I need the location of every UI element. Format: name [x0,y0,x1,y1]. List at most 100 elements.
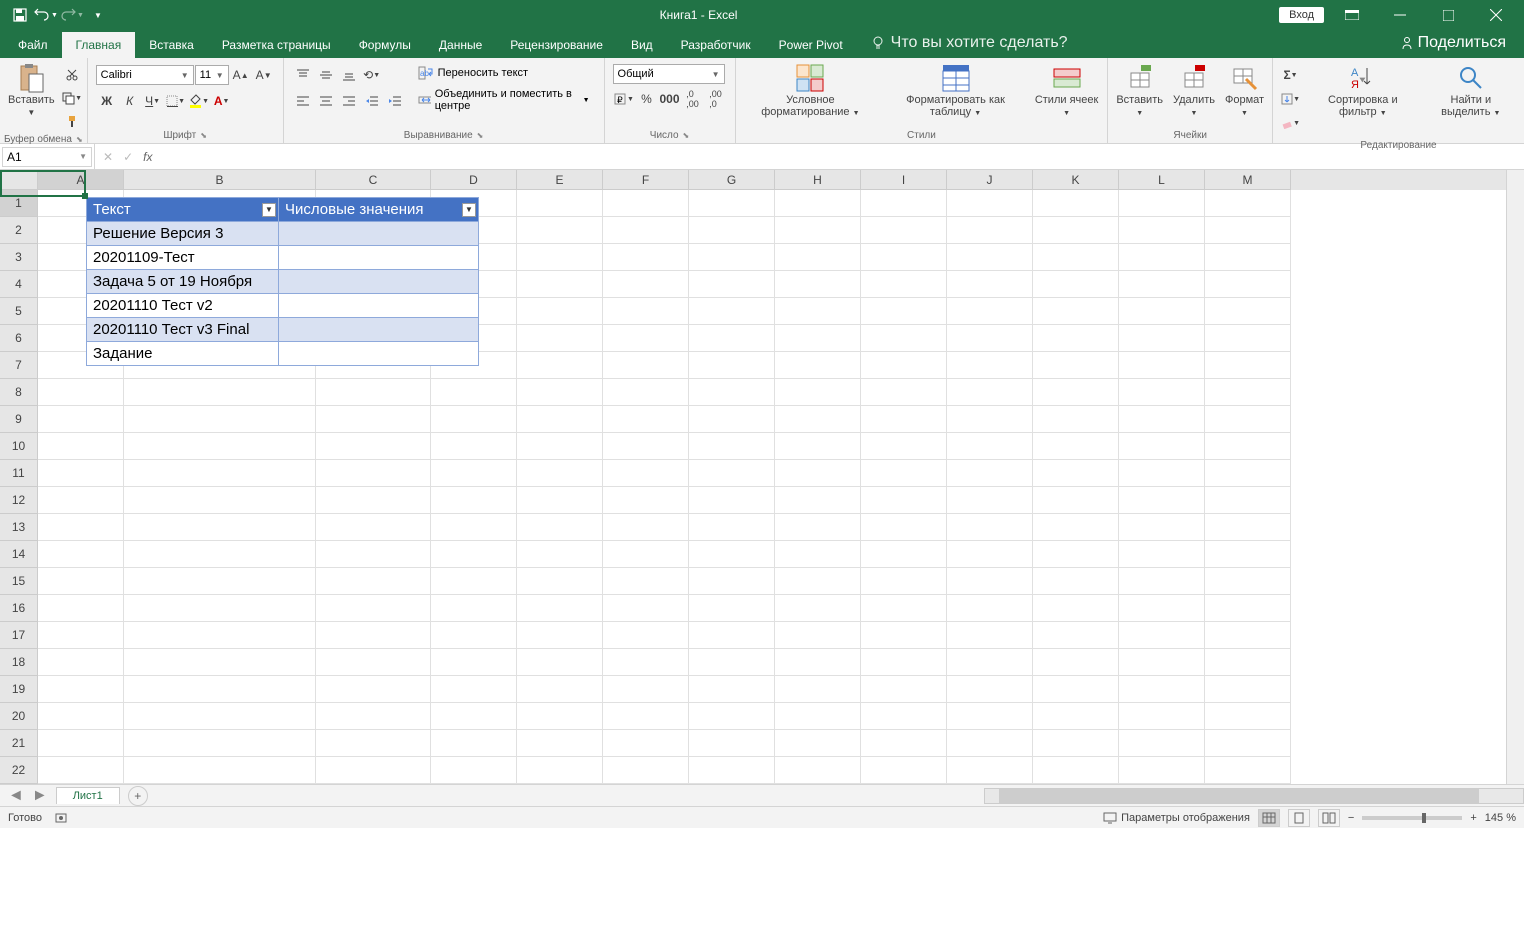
sort-filter-button[interactable]: АЯСортировка и фильтр ▼ [1306,60,1420,120]
horizontal-scrollbar[interactable] [984,788,1524,804]
cell[interactable] [1205,595,1291,622]
cell[interactable] [38,487,124,514]
cell[interactable] [689,190,775,217]
cell[interactable] [1205,433,1291,460]
cell[interactable] [861,460,947,487]
cell[interactable] [775,568,861,595]
cell[interactable] [517,406,603,433]
cell[interactable] [1119,217,1205,244]
cell[interactable] [1033,514,1119,541]
table-cell[interactable]: 20201110 Тест v3 Final [87,318,279,342]
undo-button[interactable]: ▼ [34,3,58,27]
align-middle-button[interactable] [315,64,337,86]
cell[interactable] [947,352,1033,379]
select-all-corner[interactable] [0,170,38,190]
fill-color-button[interactable]: ▼ [188,90,210,112]
cell[interactable] [517,703,603,730]
cell[interactable] [947,406,1033,433]
zoom-slider[interactable] [1362,816,1462,820]
tab-рецензирование[interactable]: Рецензирование [496,32,617,58]
cell[interactable] [316,622,431,649]
col-header-A[interactable]: A [38,170,124,190]
cell[interactable] [947,622,1033,649]
filter-icon[interactable]: ▼ [262,203,276,217]
cell[interactable] [603,730,689,757]
table-cell[interactable] [279,270,479,294]
cell[interactable] [1119,487,1205,514]
cell[interactable] [1033,541,1119,568]
cell[interactable] [861,433,947,460]
cell[interactable] [775,676,861,703]
cell[interactable] [1119,244,1205,271]
increase-decimal-button[interactable]: ,0,00 [682,88,704,110]
cell[interactable] [1033,379,1119,406]
cell[interactable] [517,568,603,595]
cell[interactable] [1205,379,1291,406]
cell[interactable] [431,433,517,460]
cell[interactable] [1119,271,1205,298]
cell[interactable] [861,298,947,325]
insert-cells-button[interactable]: Вставить▼ [1112,60,1167,120]
cell[interactable] [689,487,775,514]
cell[interactable] [775,244,861,271]
cell[interactable] [38,595,124,622]
cell[interactable] [316,541,431,568]
number-launcher[interactable]: ⬊ [683,131,690,140]
cell[interactable] [1033,568,1119,595]
align-bottom-button[interactable] [338,64,360,86]
cell[interactable] [861,406,947,433]
cell[interactable] [431,568,517,595]
cell[interactable] [603,244,689,271]
cell[interactable] [947,460,1033,487]
cell[interactable] [1205,217,1291,244]
cell[interactable] [1033,298,1119,325]
col-header-I[interactable]: I [861,170,947,190]
cell[interactable] [124,757,316,784]
cell[interactable] [861,325,947,352]
cell[interactable] [124,406,316,433]
cell[interactable] [431,730,517,757]
cell[interactable] [947,757,1033,784]
redo-button[interactable]: ▼ [60,3,84,27]
cell[interactable] [1033,487,1119,514]
tab-данные[interactable]: Данные [425,32,496,58]
paste-button[interactable]: Вставить▼ [4,60,59,120]
col-header-D[interactable]: D [431,170,517,190]
clipboard-launcher[interactable]: ⬊ [76,135,83,144]
cell[interactable] [431,379,517,406]
cell[interactable] [603,433,689,460]
cell[interactable] [947,568,1033,595]
font-name-combo[interactable]: Calibri▼ [96,65,194,85]
cell[interactable] [603,352,689,379]
cell[interactable] [689,757,775,784]
row-header-13[interactable]: 13 [0,514,38,541]
cell[interactable] [603,487,689,514]
cell[interactable] [1119,190,1205,217]
cell[interactable] [603,271,689,298]
table-cell[interactable] [279,222,479,246]
table-header-text[interactable]: Текст▼ [87,198,279,222]
zoom-out-button[interactable]: − [1348,812,1354,824]
col-header-J[interactable]: J [947,170,1033,190]
cell[interactable] [775,730,861,757]
percent-button[interactable]: % [636,88,658,110]
font-color-button[interactable]: A▼ [211,90,233,112]
cell[interactable] [1033,622,1119,649]
cell[interactable] [861,217,947,244]
tab-разработчик[interactable]: Разработчик [667,32,765,58]
cell[interactable] [1205,541,1291,568]
row-header-20[interactable]: 20 [0,703,38,730]
cell[interactable] [947,379,1033,406]
cell[interactable] [775,622,861,649]
decrease-font-button[interactable]: A▼ [253,64,275,86]
cell[interactable] [1205,757,1291,784]
cell[interactable] [1205,622,1291,649]
merge-center-button[interactable]: Объединить и поместить в центре▼ [412,86,596,114]
row-header-16[interactable]: 16 [0,595,38,622]
cell[interactable] [861,730,947,757]
cell[interactable] [689,298,775,325]
cell[interactable] [38,757,124,784]
cell[interactable] [431,514,517,541]
cell[interactable] [316,676,431,703]
cell[interactable] [861,595,947,622]
